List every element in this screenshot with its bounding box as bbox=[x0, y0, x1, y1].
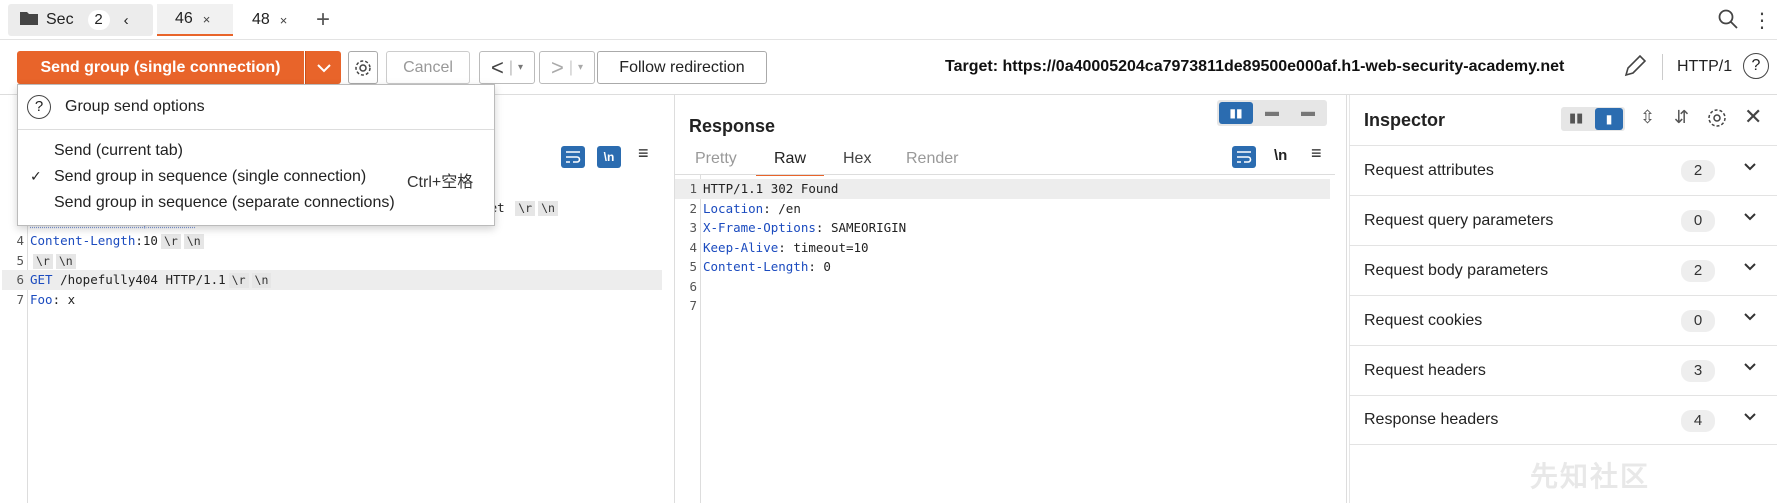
tab-group-sec[interactable]: Sec 2 ‹ bbox=[8, 4, 153, 36]
http-version-toggle[interactable]: HTTP/1 bbox=[1677, 58, 1732, 76]
response-line: 4 Keep-Alive: timeout=10 bbox=[689, 239, 869, 255]
layout-switcher: ▮▮ ▬ ▬ bbox=[1217, 100, 1327, 126]
send-options-menu: ? Group send options Send (current tab) … bbox=[17, 84, 495, 226]
tab-group-label: Sec bbox=[46, 11, 74, 28]
wrap-lines-icon[interactable] bbox=[1232, 146, 1256, 168]
cr-marker: \r bbox=[515, 201, 536, 216]
chevron-down-icon bbox=[1742, 309, 1758, 330]
response-line: 1 HTTP/1.1 302 Found bbox=[675, 179, 1330, 199]
tab-label: 48 bbox=[252, 11, 270, 28]
expand-all-icon[interactable]: ⇳ bbox=[1640, 107, 1655, 128]
tab-hex[interactable]: Hex bbox=[843, 150, 871, 168]
response-line: 2 Location: /en bbox=[689, 200, 801, 216]
folder-icon bbox=[20, 11, 38, 30]
request-line-6: 6 GET /hopefully404 HTTP/1.1 \r \n bbox=[2, 270, 662, 290]
send-options-dropdown[interactable] bbox=[305, 51, 341, 84]
close-icon[interactable]: × bbox=[280, 13, 288, 28]
menu-item-send-sequence-separate[interactable]: Send group in sequence (separate connect… bbox=[54, 194, 395, 212]
wrap-lines-icon[interactable] bbox=[561, 146, 585, 168]
inspector-section-request-query-parameters[interactable]: Request query parameters 0 bbox=[1349, 195, 1777, 245]
search-icon[interactable] bbox=[1717, 8, 1739, 34]
menu-item-send-sequence-single[interactable]: Send group in sequence (single connectio… bbox=[54, 168, 366, 186]
chevron-down-icon: ▾ bbox=[517, 62, 524, 73]
chevron-down-icon bbox=[1742, 409, 1758, 430]
edit-target-icon[interactable] bbox=[1622, 53, 1648, 83]
menu-item-send-current-tab[interactable]: Send (current tab) bbox=[54, 142, 183, 160]
response-line: 7 bbox=[689, 298, 697, 313]
add-tab-icon[interactable]: + bbox=[316, 6, 330, 34]
help-icon[interactable]: ? bbox=[1743, 53, 1769, 79]
inspector-section-request-attributes[interactable]: Request attributes 2 bbox=[1349, 145, 1777, 195]
request-line-4: 4 Content-Length:10 \r \n bbox=[2, 231, 662, 251]
inspector-section-request-body-parameters[interactable]: Request body parameters 2 bbox=[1349, 245, 1777, 295]
response-editor[interactable]: 1 HTTP/1.1 302 Found 2 Location: /en 3 X-Fr… bbox=[675, 179, 1330, 316]
menu-header: Group send options bbox=[65, 98, 205, 115]
tab-46[interactable]: 46 × bbox=[157, 4, 233, 36]
tab-raw[interactable]: Raw bbox=[756, 150, 825, 176]
tab-render[interactable]: Render bbox=[906, 150, 958, 168]
inspector-dock-left-icon[interactable]: ▮▮ bbox=[1569, 110, 1583, 126]
gear-icon bbox=[355, 59, 371, 76]
chevron-down-icon bbox=[1742, 159, 1758, 180]
settings-button[interactable] bbox=[348, 51, 378, 84]
menu-divider bbox=[18, 129, 494, 130]
close-icon[interactable]: × bbox=[203, 12, 211, 27]
target-label: Target: https://0a40005204ca7973811de895… bbox=[945, 58, 1565, 75]
inspector-dock-right-icon[interactable]: ▮ bbox=[1595, 108, 1623, 130]
request-line-7: 7 Foo: x bbox=[16, 291, 76, 307]
layout-stacked-icon[interactable]: ▬ bbox=[1265, 103, 1279, 119]
tab-label: 46 bbox=[175, 10, 193, 27]
divider bbox=[1662, 54, 1663, 80]
cancel-button[interactable]: Cancel bbox=[386, 51, 470, 84]
inspector-title: Inspector bbox=[1364, 110, 1446, 130]
back-button[interactable]: < | ▾ bbox=[479, 51, 535, 84]
shortcut-label: Ctrl+空格 bbox=[407, 174, 474, 191]
layout-tabs-icon[interactable]: ▬ bbox=[1301, 103, 1315, 119]
chevron-down-icon bbox=[317, 64, 331, 73]
inspector-divider bbox=[1346, 95, 1347, 503]
tab-strip: Sec 2 ‹ 46 × 48 × + ⋮ bbox=[0, 0, 1777, 40]
layout-side-by-side-icon[interactable]: ▮▮ bbox=[1219, 102, 1253, 124]
check-icon: ✓ bbox=[30, 168, 42, 184]
chevron-down-icon bbox=[1742, 259, 1758, 280]
chevron-down-icon: ▾ bbox=[577, 62, 584, 73]
response-line: 3 X-Frame-Options: SAMEORIGIN bbox=[689, 220, 907, 235]
response-title: Response bbox=[689, 116, 776, 136]
chevron-left-icon[interactable]: ‹ bbox=[124, 12, 129, 29]
menu-icon[interactable]: ≡ bbox=[638, 143, 649, 164]
inspector-section-request-headers[interactable]: Request headers 3 bbox=[1349, 345, 1777, 395]
forward-button[interactable]: > | ▾ bbox=[539, 51, 595, 84]
response-tab-underline bbox=[675, 174, 1335, 175]
tab-48[interactable]: 48 × bbox=[240, 4, 303, 36]
tab-group-count: 2 bbox=[87, 10, 110, 30]
inspector-section-request-cookies[interactable]: Request cookies 0 bbox=[1349, 295, 1777, 345]
more-vertical-icon[interactable]: ⋮ bbox=[1752, 8, 1772, 33]
show-nonprintable-icon[interactable]: \n bbox=[597, 146, 621, 168]
chevron-right-icon: > bbox=[550, 54, 564, 80]
inspector-section-response-headers[interactable]: Response headers 4 bbox=[1349, 395, 1777, 445]
gear-icon[interactable] bbox=[1706, 107, 1728, 133]
response-line: 5 Content-Length: 0 bbox=[689, 259, 831, 274]
chevron-down-icon bbox=[1742, 209, 1758, 230]
help-icon[interactable]: ? bbox=[27, 95, 51, 119]
lf-marker: \n bbox=[538, 201, 558, 216]
chevron-down-icon bbox=[1742, 359, 1758, 380]
send-group-button[interactable]: Send group (single connection) bbox=[17, 51, 304, 84]
watermark: 先知社区 bbox=[1530, 461, 1651, 492]
collapse-all-icon[interactable]: ⇵ bbox=[1674, 107, 1689, 128]
show-nonprintable-icon[interactable]: \n bbox=[1274, 147, 1287, 164]
chevron-left-icon: < bbox=[490, 54, 504, 80]
menu-icon[interactable]: ≡ bbox=[1311, 143, 1322, 164]
response-line: 6 bbox=[689, 278, 697, 294]
close-icon[interactable]: ✕ bbox=[1744, 104, 1762, 130]
follow-redirection-button[interactable]: Follow redirection bbox=[597, 51, 767, 84]
tab-pretty[interactable]: Pretty bbox=[695, 150, 737, 168]
request-line-5: 5 \r \n bbox=[2, 251, 662, 271]
inspector-layout-switcher: ▮▮ ▮ bbox=[1561, 107, 1625, 131]
